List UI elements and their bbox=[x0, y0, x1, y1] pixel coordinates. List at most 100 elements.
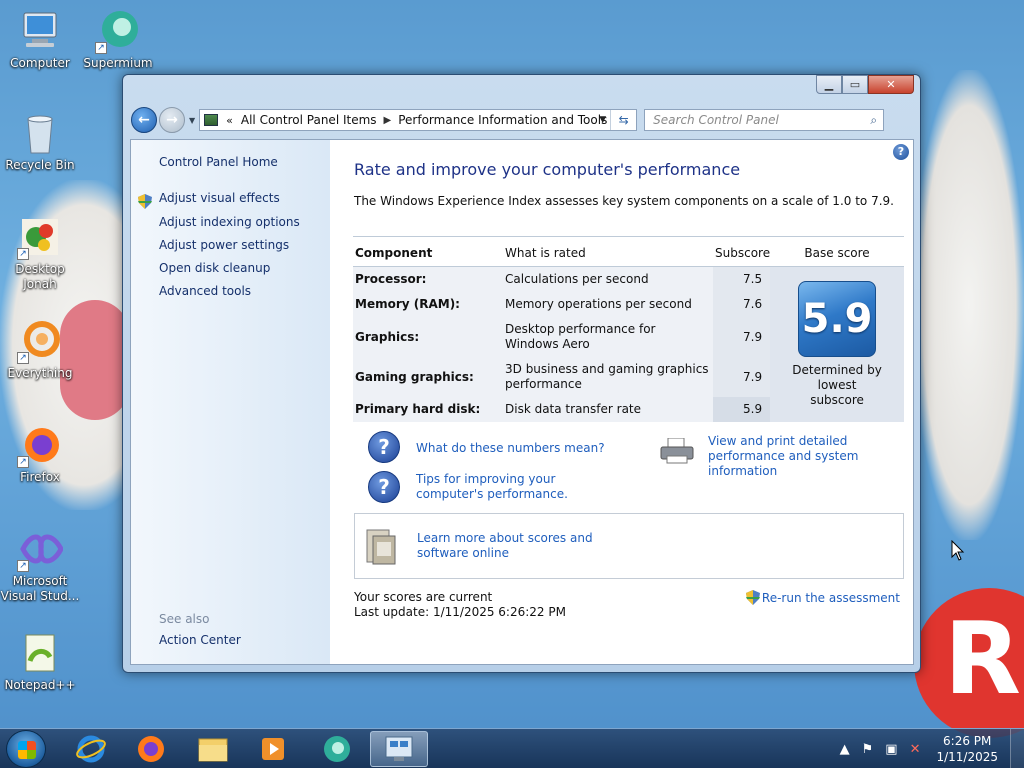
rerun-assessment-link[interactable]: Re-run the assessment bbox=[745, 590, 900, 605]
desktop-icon-firefox[interactable]: ↗ Firefox bbox=[0, 422, 80, 485]
shortcut-arrow-icon: ↗ bbox=[95, 42, 107, 54]
everything-icon: ↗ bbox=[17, 318, 63, 364]
desktop-icon-label: Computer bbox=[10, 56, 70, 70]
control-panel-home-link[interactable]: Control Panel Home bbox=[159, 155, 278, 169]
table-row: Processor: Calculations per second 7.5 5… bbox=[353, 266, 904, 422]
navigation-bar: ← → ▼ « All Control Panel Items ▶ Perfor… bbox=[131, 107, 912, 133]
component-name: Primary hard disk: bbox=[353, 396, 503, 422]
minimize-button[interactable]: ▁ bbox=[816, 75, 842, 94]
taskbar-firefox[interactable] bbox=[122, 731, 180, 767]
taskbar-supermium[interactable] bbox=[308, 731, 366, 767]
column-header-base-score: Base score bbox=[770, 236, 904, 267]
search-icon[interactable]: ⌕ bbox=[870, 113, 877, 128]
windows-logo-icon bbox=[18, 741, 36, 759]
desktop-icon-label: Desktop bbox=[15, 262, 65, 276]
uac-shield-icon bbox=[745, 590, 760, 605]
shortcut-arrow-icon: ↗ bbox=[17, 248, 29, 260]
network-icon[interactable]: ▣ bbox=[885, 742, 897, 757]
recycle-bin-icon bbox=[17, 110, 63, 156]
desktop-icon-label: Visual Stud... bbox=[0, 589, 80, 603]
notepadpp-icon bbox=[17, 630, 63, 676]
firefox-icon: ↗ bbox=[17, 422, 63, 468]
recent-pages-dropdown[interactable]: ▼ bbox=[189, 116, 195, 125]
show-desktop-button[interactable] bbox=[1010, 729, 1024, 768]
visual-studio-icon: ↗ bbox=[17, 526, 63, 572]
desktop-icon-everything[interactable]: ↗ Everything bbox=[0, 318, 80, 381]
desktop-icon-supermium[interactable]: ↗ Supermium bbox=[78, 8, 158, 71]
overflow-chevron-icon[interactable]: « bbox=[226, 114, 233, 127]
breadcrumb-separator-icon[interactable]: ▶ bbox=[384, 115, 392, 126]
page-title: Rate and improve your computer's perform… bbox=[354, 160, 741, 179]
last-update: Last update: 1/11/2025 6:26:22 PM bbox=[354, 605, 566, 619]
component-name: Gaming graphics: bbox=[353, 356, 503, 397]
rated-description: Desktop performance for Windows Aero bbox=[503, 316, 713, 357]
component-name: Memory (RAM): bbox=[353, 291, 503, 317]
start-button[interactable] bbox=[6, 730, 46, 768]
see-also-heading: See also bbox=[159, 612, 210, 626]
learn-more-link[interactable]: Learn more about scores and software onl… bbox=[417, 531, 637, 561]
desktop-icon-recycle-bin[interactable]: Recycle Bin bbox=[0, 110, 80, 173]
uac-shield-icon bbox=[138, 194, 152, 209]
desktop-icon-label: Recycle Bin bbox=[5, 158, 75, 172]
view-print-details-link[interactable]: View and print detailed performance and … bbox=[708, 434, 908, 479]
taskbar-file-explorer[interactable] bbox=[184, 731, 242, 767]
scores-status: Your scores are current bbox=[354, 590, 493, 604]
address-dropdown-icon[interactable]: ▼ bbox=[599, 115, 606, 125]
wallpaper-rabbit-right bbox=[914, 70, 1024, 540]
supermium-icon: ↗ bbox=[95, 8, 141, 54]
what-do-numbers-mean-link[interactable]: What do these numbers mean? bbox=[416, 441, 605, 456]
taskbar-performance-tools[interactable] bbox=[370, 731, 428, 767]
base-score-badge: 5.9 bbox=[798, 280, 877, 357]
desktop-icon-label: Everything bbox=[7, 366, 73, 380]
clock[interactable]: 6:26 PM 1/11/2025 bbox=[936, 733, 998, 765]
rated-description: Disk data transfer rate bbox=[503, 396, 713, 422]
back-button[interactable]: ← bbox=[131, 107, 157, 133]
folder-icon bbox=[198, 738, 228, 762]
taskbar-internet-explorer[interactable] bbox=[62, 731, 120, 767]
desktop-icon-computer[interactable]: Computer bbox=[0, 8, 80, 71]
internet-explorer-icon bbox=[76, 735, 106, 763]
desktop-icon-label: Notepad++ bbox=[4, 678, 76, 692]
main-pane: ? Rate and improve your computer's perfo… bbox=[330, 140, 913, 664]
breadcrumb-current[interactable]: Performance Information and Tools bbox=[398, 113, 607, 127]
desktop-icon-desktop-jonah[interactable]: ↗ Desktop Jonah bbox=[0, 214, 80, 292]
advanced-tools-link[interactable]: Advanced tools bbox=[159, 284, 251, 298]
desktop-icon-label: Microsoft bbox=[12, 574, 68, 588]
forward-button[interactable]: → bbox=[159, 107, 185, 133]
caption-buttons: ▁ ▭ ✕ bbox=[816, 75, 914, 94]
desktop-icon-visual-studio[interactable]: ↗ Microsoft Visual Stud... bbox=[0, 526, 80, 604]
taskbar-media-player[interactable] bbox=[244, 731, 302, 767]
volume-muted-icon[interactable]: ✕ bbox=[910, 742, 921, 757]
adjust-power-settings-link[interactable]: Adjust power settings bbox=[159, 238, 289, 252]
component-name: Graphics: bbox=[353, 316, 503, 357]
rated-description: 3D business and gaming graphics performa… bbox=[503, 356, 713, 397]
show-hidden-icons-icon[interactable]: ▲ bbox=[840, 742, 850, 757]
breadcrumb-root[interactable]: All Control Panel Items bbox=[241, 113, 377, 127]
subscore-value: 7.6 bbox=[713, 291, 771, 317]
column-header-component: Component bbox=[353, 236, 503, 267]
subscore-value: 5.9 bbox=[713, 396, 771, 422]
help-icon[interactable]: ? bbox=[893, 144, 909, 160]
action-center-flag-icon[interactable]: ⚑ bbox=[862, 742, 874, 757]
wallpaper-logo: R bbox=[914, 588, 1024, 738]
component-name: Processor: bbox=[353, 266, 503, 292]
refresh-button[interactable]: ⇆ bbox=[610, 110, 636, 130]
address-bar[interactable]: « All Control Panel Items ▶ Performance … bbox=[199, 109, 638, 131]
computer-icon bbox=[17, 8, 63, 54]
close-button[interactable]: ✕ bbox=[868, 75, 914, 94]
search-input[interactable]: Search Control Panel ⌕ bbox=[644, 109, 885, 131]
printer-icon bbox=[660, 438, 694, 464]
search-placeholder: Search Control Panel bbox=[653, 113, 779, 127]
media-player-icon bbox=[262, 738, 284, 760]
maximize-button[interactable]: ▭ bbox=[842, 75, 868, 94]
desktop-icon-notepadpp[interactable]: Notepad++ bbox=[0, 630, 80, 693]
action-center-link[interactable]: Action Center bbox=[159, 633, 241, 647]
adjust-visual-effects-link[interactable]: Adjust visual effects bbox=[159, 191, 280, 205]
performance-tools-icon bbox=[385, 736, 413, 761]
tips-improving-performance-link[interactable]: Tips for improving your computer's perfo… bbox=[416, 472, 626, 502]
adjust-indexing-options-link[interactable]: Adjust indexing options bbox=[159, 215, 300, 229]
open-disk-cleanup-link[interactable]: Open disk cleanup bbox=[159, 261, 270, 275]
task-pane: Control Panel Home Adjust visual effects… bbox=[131, 140, 330, 664]
column-header-what-is-rated: What is rated bbox=[503, 236, 713, 267]
performance-window: ▁ ▭ ✕ ← → ▼ « All Control Panel Items ▶ … bbox=[122, 74, 921, 673]
